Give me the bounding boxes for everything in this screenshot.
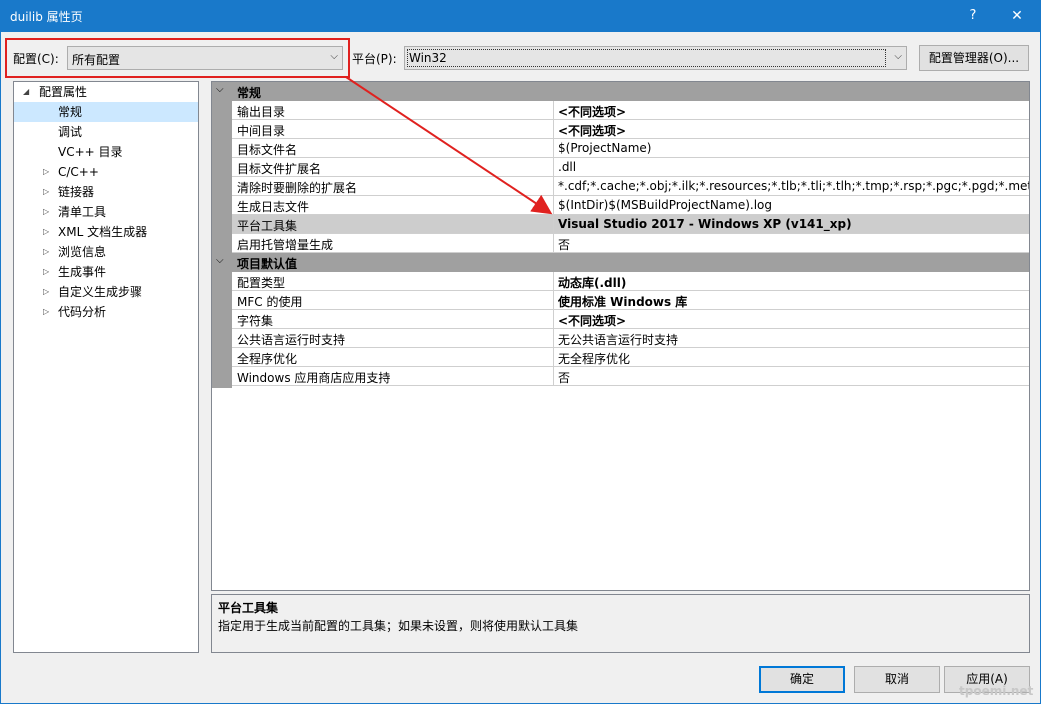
cancel-button[interactable]: 取消 [854, 666, 940, 693]
properties-window: duilib 属性页 ? ✕ 配置(C): 所有配置 ⌵ 平台(P): Win3… [0, 0, 1041, 704]
arrow-icon [345, 76, 553, 215]
ok-button[interactable]: 确定 [759, 666, 845, 693]
description-title: 平台工具集 [218, 601, 279, 615]
watermark: tpoemi.net [959, 684, 1034, 698]
description-text: 指定用于生成当前配置的工具集；如果未设置，则将使用默认工具集 [218, 619, 579, 633]
description-panel: 平台工具集 指定用于生成当前配置的工具集；如果未设置，则将使用默认工具集 [211, 594, 1030, 653]
